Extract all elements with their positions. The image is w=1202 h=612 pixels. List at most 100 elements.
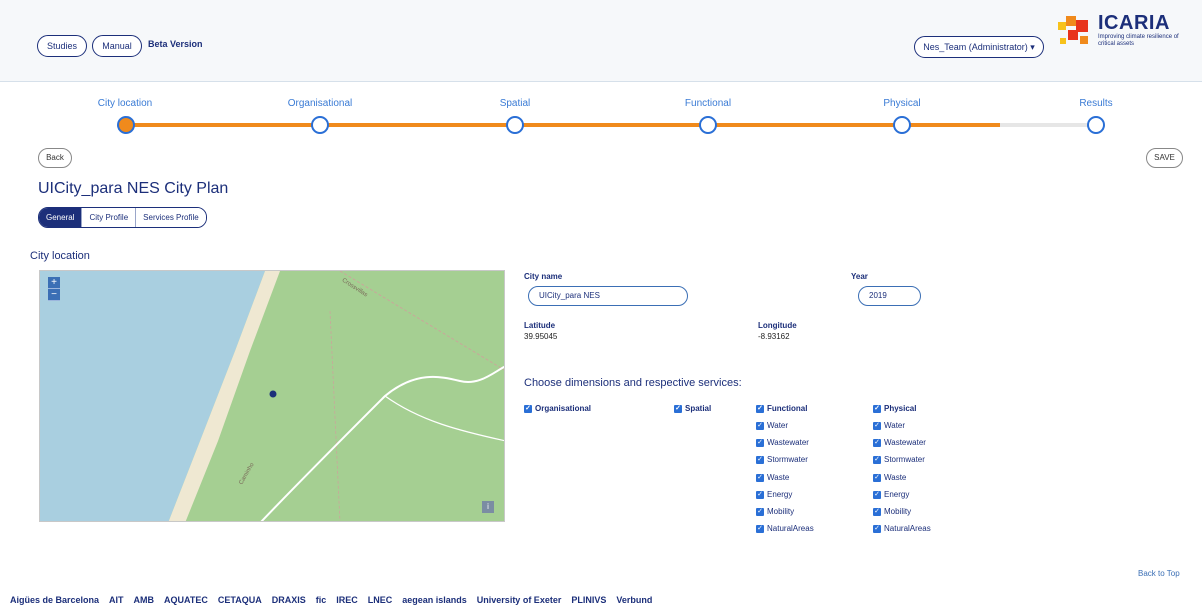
step-dot-results[interactable]	[1087, 116, 1105, 134]
checkbox-physical[interactable]: ✓ Physical	[873, 404, 916, 413]
sponsor-logo: University of Exeter	[476, 594, 562, 605]
dimensions-heading: Choose dimensions and respective service…	[524, 377, 742, 389]
check-icon: ✓	[756, 438, 764, 447]
step-label-spatial[interactable]: Spatial	[455, 98, 575, 109]
checkbox-label: Organisational	[535, 404, 592, 413]
checkbox-functional-wastewater[interactable]: ✓ Wastewater	[756, 438, 809, 447]
checkbox-label: Stormwater	[884, 455, 925, 464]
latitude-label: Latitude	[524, 321, 556, 330]
sponsor-logo: LNEC	[367, 594, 393, 605]
checkbox-functional-mobility[interactable]: ✓ Mobility	[756, 507, 794, 516]
checkbox-label: NaturalAreas	[884, 524, 931, 533]
checkbox-functional[interactable]: ✓ Functional	[756, 404, 807, 413]
tab-city-profile[interactable]: City Profile	[81, 208, 136, 227]
checkbox-label: Functional	[767, 404, 808, 413]
latitude-value: 39.95045	[524, 332, 558, 341]
step-label-physical[interactable]: Physical	[842, 98, 962, 109]
checkbox-spatial[interactable]: ✓ Spatial	[674, 404, 711, 413]
checkbox-physical-water[interactable]: ✓ Water	[873, 421, 905, 430]
sponsor-logo: aegean islands	[402, 594, 467, 605]
check-icon: ✓	[756, 404, 764, 413]
manual-button[interactable]: Manual	[92, 35, 142, 57]
longitude-value: -8.93162	[758, 332, 790, 341]
sponsor-logo: IREC	[336, 594, 358, 605]
check-icon: ✓	[873, 490, 881, 499]
check-icon: ✓	[524, 404, 532, 413]
city-name-input[interactable]: UICity_para NES	[528, 286, 688, 306]
city-name-label: City name	[524, 272, 563, 281]
sponsor-logo: Aigües de Barcelona	[10, 594, 100, 605]
checkbox-label: Energy	[884, 490, 910, 499]
checkbox-label: Waste	[767, 473, 790, 482]
checkbox-physical-waste[interactable]: ✓ Waste	[873, 473, 906, 482]
sponsor-logo: fic	[315, 594, 327, 605]
step-dot-functional[interactable]	[699, 116, 717, 134]
checkbox-physical-mobility[interactable]: ✓ Mobility	[873, 507, 911, 516]
sponsor-logo: DRAXIS	[271, 594, 306, 605]
checkbox-organisational[interactable]: ✓ Organisational	[524, 404, 591, 413]
check-icon: ✓	[873, 455, 881, 464]
checkbox-label: Waste	[884, 473, 907, 482]
progress-fill	[126, 123, 1000, 127]
checkbox-label: Water	[884, 421, 906, 430]
checkbox-functional-water[interactable]: ✓ Water	[756, 421, 788, 430]
step-dot-city-location[interactable]	[117, 116, 135, 134]
check-icon: ✓	[756, 473, 764, 482]
checkbox-physical-wastewater[interactable]: ✓ Wastewater	[873, 438, 926, 447]
check-icon: ✓	[756, 507, 764, 516]
checkbox-functional-stormwater[interactable]: ✓ Stormwater	[756, 455, 808, 464]
checkbox-label: Mobility	[884, 507, 912, 516]
checkbox-label: Stormwater	[767, 455, 808, 464]
year-input[interactable]: 2019	[858, 286, 921, 306]
checkbox-physical-energy[interactable]: ✓ Energy	[873, 490, 909, 499]
save-button[interactable]: SAVE	[1146, 148, 1183, 168]
checkbox-functional-waste[interactable]: ✓ Waste	[756, 473, 789, 482]
checkbox-label: Wastewater	[884, 438, 926, 447]
step-label-results[interactable]: Results	[1036, 98, 1156, 109]
sponsor-logo: AIT	[109, 594, 124, 605]
back-button[interactable]: Back	[38, 148, 72, 168]
checkbox-functional-naturalareas[interactable]: ✓ NaturalAreas	[756, 524, 814, 533]
beta-version-label: Beta Version	[148, 39, 203, 49]
map-info-icon[interactable]: i	[482, 501, 494, 513]
check-icon: ✓	[873, 421, 881, 430]
step-dot-physical[interactable]	[893, 116, 911, 134]
zoom-in-button[interactable]: +	[48, 277, 60, 289]
check-icon: ✓	[756, 455, 764, 464]
sponsor-logo: AMB	[133, 594, 155, 605]
check-icon: ✓	[873, 438, 881, 447]
studies-button[interactable]: Studies	[37, 35, 87, 57]
logo-tagline: Improving climate resilience of critical…	[1098, 34, 1179, 47]
city-map[interactable]: + − Crossvillas Caminho i	[39, 270, 505, 522]
map-canvas[interactable]	[40, 271, 505, 522]
checkbox-functional-energy[interactable]: ✓ Energy	[756, 490, 792, 499]
year-label: Year	[851, 272, 868, 281]
check-icon: ✓	[674, 404, 682, 413]
checkbox-physical-stormwater[interactable]: ✓ Stormwater	[873, 455, 925, 464]
tab-general[interactable]: General	[39, 208, 82, 227]
sponsor-logo: AQUATEC	[164, 594, 208, 605]
check-icon: ✓	[756, 490, 764, 499]
step-label-organisational[interactable]: Organisational	[260, 98, 380, 109]
step-label-functional[interactable]: Functional	[648, 98, 768, 109]
check-icon: ✓	[756, 421, 764, 430]
step-dot-organisational[interactable]	[311, 116, 329, 134]
top-header: Studies Manual Beta Version Nes_Team (Ad…	[0, 0, 1202, 82]
step-dot-spatial[interactable]	[506, 116, 524, 134]
checkbox-label: Water	[767, 421, 789, 430]
map-zoom-control: + −	[48, 277, 60, 301]
sponsor-logo: PLINIVS	[571, 594, 607, 605]
sponsor-logo: CETAQUA	[217, 594, 262, 605]
checkbox-physical-naturalareas[interactable]: ✓ NaturalAreas	[873, 524, 931, 533]
checkbox-label: NaturalAreas	[767, 524, 814, 533]
back-to-top-link[interactable]: Back to Top	[1138, 569, 1180, 578]
checkbox-label: Spatial	[685, 404, 712, 413]
user-dropdown[interactable]: Nes_Team (Administrator) ▾	[914, 36, 1044, 58]
profile-tabs: General City Profile Services Profile	[38, 207, 207, 228]
check-icon: ✓	[873, 404, 881, 413]
checkbox-label: Energy	[767, 490, 793, 499]
check-icon: ✓	[873, 507, 881, 516]
zoom-out-button[interactable]: −	[48, 289, 60, 301]
step-label-city-location[interactable]: City location	[65, 98, 185, 109]
tab-services-profile[interactable]: Services Profile	[135, 208, 206, 227]
